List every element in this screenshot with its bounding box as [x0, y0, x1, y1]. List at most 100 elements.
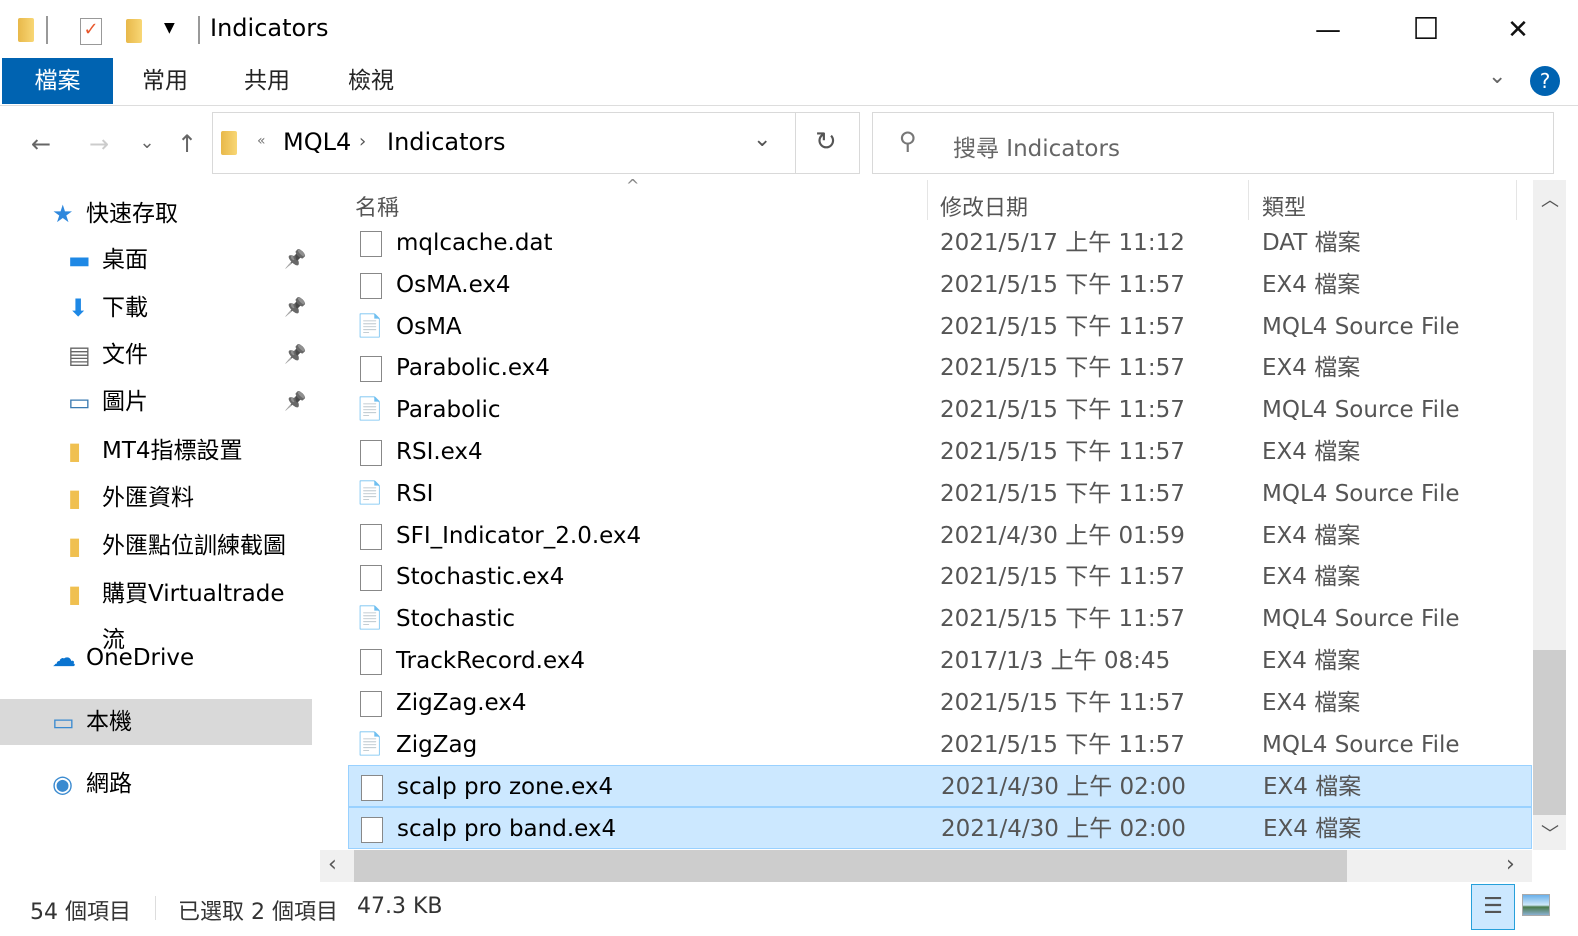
- pin-icon[interactable]: 📌: [284, 332, 306, 378]
- chevron-down-icon[interactable]: ⌄: [753, 127, 771, 152]
- divider: [927, 180, 928, 220]
- tab-home[interactable]: 常用: [120, 58, 210, 104]
- tab-share[interactable]: 共用: [222, 58, 312, 104]
- maximize-button[interactable]: ☐: [1396, 10, 1456, 50]
- file-row[interactable]: ZigZag.ex4 2021/5/15 下午 11:57 EX4 檔案: [348, 682, 1532, 724]
- file-type: EX4 檔案: [1263, 774, 1362, 801]
- file-icon: [360, 356, 382, 383]
- scroll-down-icon[interactable]: ﹀: [1541, 820, 1559, 846]
- file-row[interactable]: 📄 ZigZag 2021/5/15 下午 11:57 MQL4 Source Fil…: [348, 724, 1532, 766]
- sidebar-item[interactable]: ★ 快速存取: [0, 191, 312, 237]
- sidebar-item-label: 外匯資料: [102, 485, 194, 511]
- new-folder-icon[interactable]: [126, 19, 142, 43]
- sidebar-item-label: OneDrive: [86, 645, 195, 671]
- search-input[interactable]: 搜尋 Indicators: [953, 129, 1120, 163]
- file-list: ^ 名稱 修改日期 類型 mqlcache.dat 2021/5/17 上午 11…: [320, 176, 1532, 850]
- pin-icon[interactable]: 📌: [284, 379, 306, 425]
- scroll-up-icon[interactable]: ︿: [1541, 186, 1559, 212]
- address-bar[interactable]: « MQL4 › Indicators ⌄ ↻: [212, 112, 860, 174]
- pin-icon[interactable]: 📌: [284, 237, 306, 283]
- computer-icon: ▭: [52, 708, 75, 736]
- chevron-right-icon[interactable]: ›: [359, 131, 366, 152]
- cloud-icon: ☁: [52, 644, 76, 672]
- file-row[interactable]: OsMA.ex4 2021/5/15 下午 11:57 EX4 檔案: [348, 264, 1532, 306]
- file-date: 2021/5/15 下午 11:57: [940, 313, 1185, 340]
- file-type: DAT 檔案: [1262, 230, 1361, 256]
- folder-icon: ▮: [68, 484, 82, 512]
- back-button[interactable]: ←: [26, 130, 56, 158]
- recent-locations-button[interactable]: ⌄: [132, 132, 162, 153]
- file-row[interactable]: SFI_Indicator_2.0.ex4 2021/4/30 上午 01:59 E…: [348, 515, 1532, 557]
- tab-view[interactable]: 檢視: [326, 58, 416, 104]
- file-date: 2021/5/15 下午 11:57: [940, 271, 1185, 298]
- file-date: 2021/5/15 下午 11:57: [940, 564, 1185, 591]
- column-header-date[interactable]: 修改日期: [940, 190, 1028, 222]
- refresh-icon[interactable]: ↻: [815, 127, 837, 157]
- sidebar-item[interactable]: ▬ 桌面 📌: [0, 237, 312, 283]
- sidebar-item[interactable]: ▭ 圖片 📌: [0, 379, 312, 425]
- file-row[interactable]: Stochastic.ex4 2021/5/15 下午 11:57 EX4 檔案: [348, 556, 1532, 598]
- file-name: ZigZag: [396, 731, 478, 758]
- up-button[interactable]: ↑: [172, 130, 202, 158]
- sidebar-item[interactable]: ▮ 購買Virtualtrade 流: [0, 571, 312, 653]
- close-button[interactable]: ✕: [1488, 10, 1548, 50]
- file-type: EX4 檔案: [1262, 648, 1361, 674]
- details-view-button[interactable]: ☰: [1471, 884, 1515, 930]
- file-row[interactable]: RSI.ex4 2021/5/15 下午 11:57 EX4 檔案: [348, 431, 1532, 473]
- file-date: 2021/5/15 下午 11:57: [940, 689, 1185, 716]
- overflow-icon[interactable]: «: [257, 133, 266, 149]
- divider: [198, 16, 200, 44]
- breadcrumb-mql4[interactable]: MQL4: [283, 128, 351, 156]
- file-row[interactable]: 📄 OsMA 2021/5/15 下午 11:57 MQL4 Source File: [348, 306, 1532, 348]
- column-header-type[interactable]: 類型: [1262, 190, 1306, 222]
- horizontal-scrollbar[interactable]: ‹ ›: [320, 850, 1532, 882]
- file-type: EX4 檔案: [1262, 564, 1361, 591]
- expand-ribbon-icon[interactable]: ⌄: [1488, 64, 1506, 89]
- properties-icon[interactable]: ✓: [80, 18, 102, 45]
- file-date: 2021/5/15 下午 11:57: [940, 731, 1185, 758]
- file-date: 2021/4/30 上午 02:00: [941, 816, 1186, 843]
- file-date: 2021/4/30 上午 01:59: [940, 522, 1185, 549]
- sidebar-item[interactable]: ⬇ 下載 📌: [0, 285, 312, 331]
- mql-source-file-icon: 📄: [356, 480, 384, 506]
- column-header-name[interactable]: 名稱: [355, 190, 399, 222]
- selected-size: 47.3 KB: [357, 894, 443, 919]
- sidebar-item[interactable]: ▮ 外匯點位訓練截圖: [0, 523, 312, 569]
- minimize-button[interactable]: —: [1298, 10, 1358, 50]
- help-button[interactable]: ?: [1530, 66, 1560, 96]
- breadcrumb-indicators[interactable]: Indicators: [387, 128, 506, 156]
- sidebar-item[interactable]: ▤ 文件 📌: [0, 332, 312, 378]
- file-row[interactable]: scalp pro band.ex4 2021/4/30 上午 02:00 EX4 …: [348, 807, 1532, 850]
- file-row[interactable]: Parabolic.ex4 2021/5/15 下午 11:57 EX4 檔案: [348, 347, 1532, 389]
- folder-icon: ▮: [68, 532, 82, 560]
- search-box[interactable]: ⚲ 搜尋 Indicators: [872, 112, 1554, 174]
- file-type: EX4 檔案: [1262, 355, 1361, 382]
- quick-access-dropdown-icon[interactable]: ▼: [164, 20, 175, 36]
- mql-source-file-icon: 📄: [356, 313, 384, 339]
- large-icons-view-button[interactable]: [1522, 894, 1550, 916]
- file-row[interactable]: 📄 Parabolic 2021/5/15 下午 11:57 MQL4 Source …: [348, 389, 1532, 431]
- file-row[interactable]: scalp pro zone.ex4 2021/4/30 上午 02:00 EX4 …: [348, 765, 1532, 808]
- file-date: 2021/5/17 上午 11:12: [940, 230, 1185, 256]
- sidebar-item[interactable]: ▮ 外匯資料: [0, 475, 312, 521]
- scroll-left-icon[interactable]: ‹: [328, 852, 337, 877]
- file-row[interactable]: TrackRecord.ex4 2017/1/3 上午 08:45 EX4 檔案: [348, 640, 1532, 682]
- file-date: 2017/1/3 上午 08:45: [940, 648, 1171, 674]
- sidebar-item[interactable]: ◉ 網路: [0, 761, 312, 807]
- vertical-scrollbar[interactable]: ︿ ﹀: [1533, 180, 1566, 850]
- file-type: EX4 檔案: [1263, 816, 1362, 843]
- file-name: Parabolic: [396, 397, 501, 424]
- file-row[interactable]: 📄 Stochastic 2021/5/15 下午 11:57 MQL4 Source…: [348, 598, 1532, 640]
- scroll-right-icon[interactable]: ›: [1506, 852, 1515, 877]
- forward-button[interactable]: →: [84, 130, 114, 158]
- sidebar-item[interactable]: ▮ MT4指標設置: [0, 428, 312, 474]
- sidebar-item-label: MT4指標設置: [102, 438, 243, 464]
- scroll-thumb[interactable]: [354, 850, 1347, 882]
- sidebar-item[interactable]: ☁ OneDrive: [0, 635, 312, 681]
- scroll-thumb[interactable]: [1533, 650, 1566, 815]
- pin-icon[interactable]: 📌: [284, 285, 306, 331]
- tab-file[interactable]: 檔案: [2, 58, 113, 104]
- sidebar-item[interactable]: ▭ 本機: [0, 699, 312, 745]
- file-row[interactable]: 📄 RSI 2021/5/15 下午 11:57 MQL4 Source File: [348, 473, 1532, 515]
- file-row[interactable]: mqlcache.dat 2021/5/17 上午 11:12 DAT 檔案: [348, 222, 1532, 264]
